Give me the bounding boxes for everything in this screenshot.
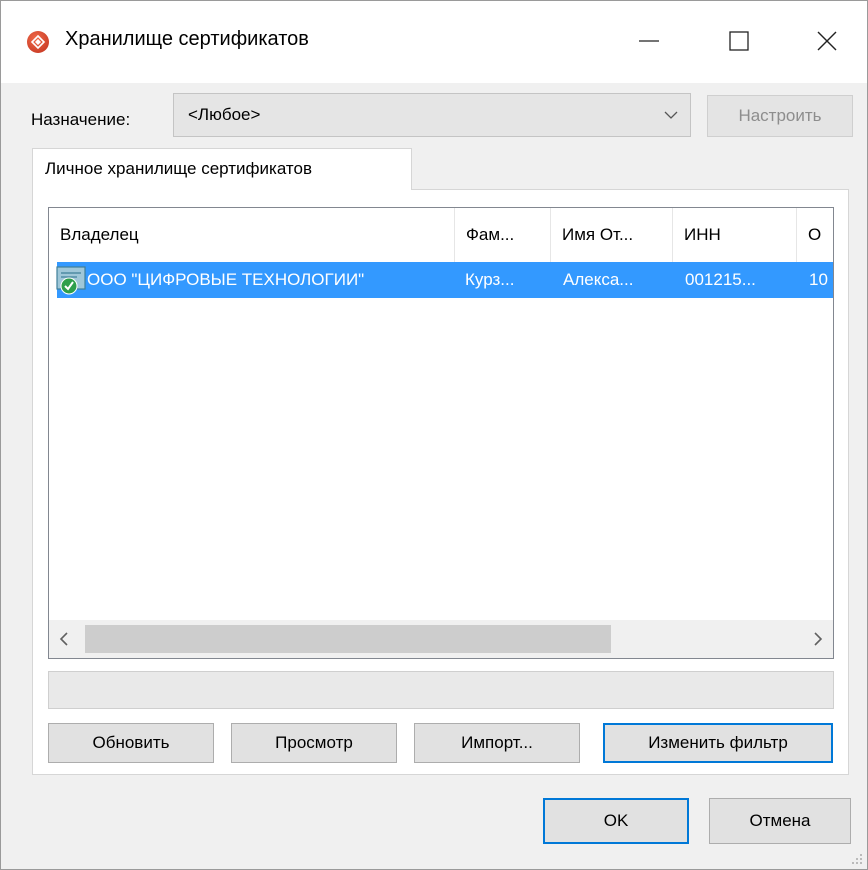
table-row[interactable]: ООО "ЦИФРОВЫЕ ТЕХНОЛОГИИ" Курз... Алекса… — [56, 262, 833, 298]
ok-button[interactable]: OK — [543, 798, 689, 844]
column-header-owner[interactable]: Владелец — [49, 208, 455, 262]
cell-surname: Курз... — [465, 270, 515, 289]
refresh-button[interactable]: Обновить — [48, 723, 214, 763]
purpose-dropdown[interactable]: <Любое> — [173, 93, 691, 137]
view-button[interactable]: Просмотр — [231, 723, 397, 763]
column-header-extra[interactable]: О — [797, 208, 833, 262]
configure-button[interactable]: Настроить — [707, 95, 853, 137]
minimize-icon — [639, 40, 659, 42]
cell-owner: ООО "ЦИФРОВЫЕ ТЕХНОЛОГИИ" — [87, 270, 365, 289]
column-header-name[interactable]: Имя От... — [551, 208, 673, 262]
close-icon — [817, 31, 837, 51]
certificate-list[interactable]: Владелец Фам... Имя От... ИНН О ООО "ЦИФ… — [48, 207, 834, 659]
import-button[interactable]: Импорт... — [414, 723, 580, 763]
column-header-surname[interactable]: Фам... — [455, 208, 551, 262]
purpose-label: Назначение: — [31, 110, 131, 129]
minimize-button[interactable] — [621, 15, 677, 67]
cell-extra: 10 — [809, 270, 828, 289]
change-filter-button[interactable]: Изменить фильтр — [603, 723, 833, 763]
scroll-right-icon[interactable] — [813, 632, 823, 646]
window-title: Хранилище сертификатов — [65, 28, 309, 50]
cell-inn: 001215... — [685, 270, 756, 289]
app-shield-icon — [27, 31, 49, 53]
resize-grip-icon[interactable] — [851, 853, 863, 865]
cell-name: Алекса... — [563, 270, 634, 289]
certificate-icon — [56, 266, 86, 295]
certificate-store-dialog: Хранилище сертификатов Назначение: <Любо… — [0, 0, 868, 870]
tab-personal-store[interactable]: Личное хранилище сертификатов — [32, 148, 412, 190]
status-bar — [48, 671, 834, 709]
purpose-selected-value: <Любое> — [188, 105, 261, 124]
title-bar[interactable]: Хранилище сертификатов — [1, 1, 867, 83]
horizontal-scrollbar[interactable] — [49, 620, 833, 658]
close-button[interactable] — [799, 15, 855, 67]
cancel-button[interactable]: Отмена — [709, 798, 851, 844]
chevron-down-icon — [664, 111, 678, 119]
scroll-left-icon[interactable] — [59, 632, 69, 646]
column-header-inn[interactable]: ИНН — [673, 208, 797, 262]
maximize-icon — [729, 31, 749, 51]
maximize-button[interactable] — [711, 15, 767, 67]
scroll-thumb[interactable] — [85, 625, 611, 653]
